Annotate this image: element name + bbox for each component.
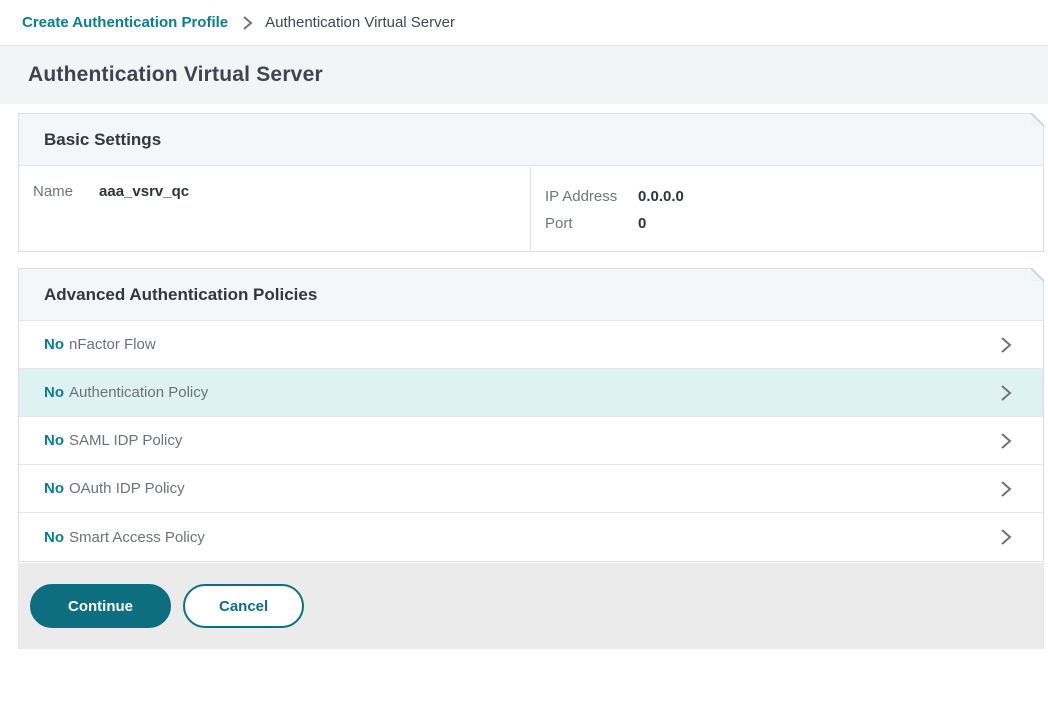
chevron-right-icon: [998, 383, 1013, 403]
port-field: Port 0: [545, 210, 1043, 237]
basic-settings-body: Name aaa_vsrv_qc IP Address 0.0.0.0 Port…: [19, 166, 1043, 251]
policy-row-authentication-policy[interactable]: No Authentication Policy: [19, 369, 1043, 417]
policy-label: nFactor Flow: [69, 336, 156, 353]
policy-label: OAuth IDP Policy: [69, 480, 185, 497]
chevron-right-icon: [998, 431, 1013, 451]
basic-settings-title: Basic Settings: [44, 130, 161, 150]
port-label: Port: [545, 210, 638, 237]
footer-action-bar: Continue Cancel: [18, 563, 1044, 649]
basic-settings-header: Basic Settings: [19, 114, 1043, 166]
folded-corner-decoration: [1031, 268, 1044, 281]
address-fields: IP Address 0.0.0.0 Port 0: [531, 166, 1043, 251]
chevron-right-icon: [998, 335, 1013, 355]
chevron-right-icon: [998, 527, 1013, 547]
policy-count: No: [44, 336, 64, 353]
name-field: Name aaa_vsrv_qc: [19, 166, 531, 251]
policy-count: No: [44, 432, 64, 449]
chevron-right-icon: [242, 15, 253, 31]
page-title-band: Authentication Virtual Server: [0, 46, 1048, 104]
policy-row-oauth-idp-policy[interactable]: No OAuth IDP Policy: [19, 465, 1043, 513]
advanced-policies-title: Advanced Authentication Policies: [44, 285, 317, 305]
breadcrumb-current-page: Authentication Virtual Server: [265, 14, 455, 31]
policy-count: No: [44, 529, 64, 546]
advanced-policies-card: Advanced Authentication Policies No nFac…: [18, 268, 1044, 562]
section-gap: [18, 252, 1044, 268]
breadcrumb-link-create-authentication-profile[interactable]: Create Authentication Profile: [22, 14, 228, 31]
policy-row-smart-access-policy[interactable]: No Smart Access Policy: [19, 513, 1043, 561]
policy-count: No: [44, 480, 64, 497]
policy-row-saml-idp-policy[interactable]: No SAML IDP Policy: [19, 417, 1043, 465]
page-title: Authentication Virtual Server: [28, 63, 323, 87]
ip-address-label: IP Address: [545, 183, 638, 210]
main-content: Basic Settings Name aaa_vsrv_qc IP Addre…: [0, 104, 1048, 562]
cancel-button[interactable]: Cancel: [183, 584, 304, 628]
policy-row-nfactor-flow[interactable]: No nFactor Flow: [19, 321, 1043, 369]
policy-count: No: [44, 384, 64, 401]
chevron-right-icon: [998, 479, 1013, 499]
policy-label: Authentication Policy: [69, 384, 208, 401]
port-value: 0: [638, 210, 646, 237]
ip-address-field: IP Address 0.0.0.0: [545, 183, 1043, 210]
policy-label: Smart Access Policy: [69, 529, 205, 546]
name-label: Name: [33, 183, 73, 251]
ip-address-value: 0.0.0.0: [638, 183, 684, 210]
continue-button[interactable]: Continue: [30, 584, 171, 628]
breadcrumb: Create Authentication Profile Authentica…: [0, 0, 1048, 46]
name-value: aaa_vsrv_qc: [99, 183, 189, 251]
policy-label: SAML IDP Policy: [69, 432, 182, 449]
advanced-policies-header: Advanced Authentication Policies: [19, 269, 1043, 321]
basic-settings-card: Basic Settings Name aaa_vsrv_qc IP Addre…: [18, 113, 1044, 252]
folded-corner-decoration: [1031, 113, 1044, 126]
